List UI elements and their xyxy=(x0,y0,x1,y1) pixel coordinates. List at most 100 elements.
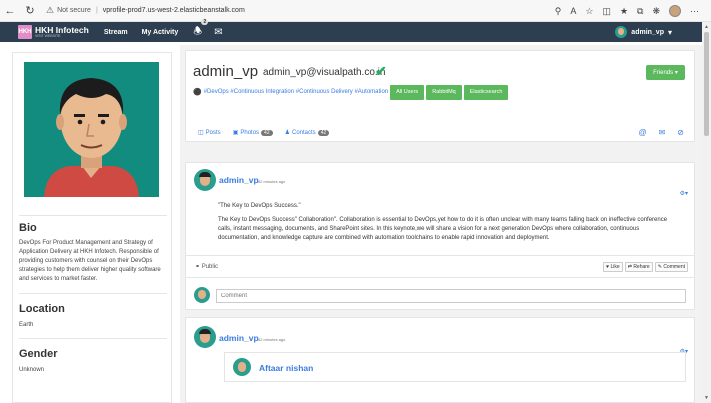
block-icon[interactable]: ⊘ xyxy=(677,128,684,137)
skill-elasticsearch-button[interactable]: Elasticsearch xyxy=(463,84,509,100)
privacy-status: ⚭ Public xyxy=(195,264,219,270)
brand[interactable]: HKH Infotech VISIT WEBSITE xyxy=(35,24,89,39)
gender-value: Unknown xyxy=(19,367,45,373)
split-screen-icon[interactable]: ◫ xyxy=(602,6,611,17)
avatar-hair xyxy=(199,329,211,334)
post-card: admin_vp 42 minutes ago ⚙▾ "The Key to D… xyxy=(185,162,695,310)
post-title: "The Key to DevOps Success." xyxy=(218,203,301,209)
bell-icon: 🕭 xyxy=(193,25,203,37)
post-timestamp: 42 minutes ago xyxy=(258,179,286,184)
hashtags[interactable]: #DevOps #Continuous Integration #Continu… xyxy=(204,89,388,95)
globe-icon: ⚭ xyxy=(195,264,201,270)
page-scrollbar[interactable]: ▲ ▼ xyxy=(702,22,711,403)
caret-down-icon: ▾ xyxy=(674,70,678,76)
avatar-face xyxy=(198,290,206,299)
shared-author-avatar[interactable] xyxy=(233,358,251,376)
reload-icon[interactable]: ↻ xyxy=(20,0,40,22)
like-button[interactable]: ♥ Like xyxy=(603,262,623,272)
user-menu[interactable]: admin_vp ▾ xyxy=(615,22,672,42)
skill-rabbitmq-button[interactable]: RabbitMq xyxy=(426,84,462,100)
gender-title: Gender xyxy=(19,348,58,360)
scroll-down-icon[interactable]: ▼ xyxy=(704,395,709,401)
scrollbar-thumb[interactable] xyxy=(704,32,709,136)
post-timestamp: 42 minutes ago xyxy=(258,337,286,342)
avatar-hair xyxy=(199,172,211,177)
at-icon[interactable]: @ xyxy=(638,128,646,137)
back-icon[interactable]: ← xyxy=(0,0,20,22)
url-text: vprofile-prod7.us-west-2.elasticbeanstal… xyxy=(102,7,245,14)
profile-action-icons: @ ✉ ⊘ xyxy=(638,128,684,137)
profile-username: admin_vp xyxy=(193,63,259,80)
browser-toolbar: ← ↻ ⚠ Not secure | vprofile-prod7.us-wes… xyxy=(0,0,711,22)
favorites-icon[interactable]: ★ xyxy=(620,6,628,17)
comment-input[interactable] xyxy=(216,289,686,303)
profile-email: admin_vp@visualpath.co.in xyxy=(263,67,386,78)
notification-badge: 2 xyxy=(201,18,209,25)
friends-button[interactable]: Friends ▾ xyxy=(646,65,685,80)
address-bar[interactable]: ⚠ Not secure | vprofile-prod7.us-west-2.… xyxy=(46,5,245,16)
sidebar-divider xyxy=(19,215,167,216)
photo-icon: ▣ xyxy=(232,130,239,136)
nav-my-activity[interactable]: My Activity xyxy=(142,29,179,36)
sidebar-divider xyxy=(19,293,167,294)
commenter-avatar xyxy=(194,287,210,303)
collections-icon[interactable]: ⧉ xyxy=(637,6,643,17)
more-icon[interactable]: ⋯ xyxy=(690,6,699,17)
profile-photo xyxy=(24,62,159,197)
friends-button-label: Friends xyxy=(653,69,674,76)
tab-contacts[interactable]: ♟ Contacts 42 xyxy=(285,129,330,136)
user-menu-name: admin_vp xyxy=(631,28,664,36)
read-aloud-icon[interactable]: A xyxy=(570,6,576,16)
profile-header-card: admin_vp admin_vp@visualpath.co.in ✔ Fri… xyxy=(185,50,695,142)
brand-tagline: VISIT WEBSITE xyxy=(35,34,61,38)
post-author-name[interactable]: admin_vp xyxy=(219,333,259,343)
favorite-icon[interactable]: ☆ xyxy=(585,6,593,17)
post-author-avatar[interactable] xyxy=(194,326,216,348)
tab-photos[interactable]: ▣ Photos 42 xyxy=(233,129,273,136)
envelope-icon[interactable]: ✉ xyxy=(659,128,666,137)
comment-button[interactable]: ✎ Comment xyxy=(654,262,688,272)
tags-row: ⚫ #DevOps #Continuous Integration #Conti… xyxy=(193,84,509,100)
post-actions: ♥ Like ⇄ Rehare ✎ Comment xyxy=(603,262,688,272)
messages-icon[interactable]: ✉ xyxy=(214,27,222,38)
post-card: admin_vp 42 minutes ago ⚙▾ Aftaar nishan xyxy=(185,317,695,403)
post-divider xyxy=(186,277,694,278)
sidebar-divider xyxy=(19,338,167,339)
location-title: Location xyxy=(19,303,65,315)
shared-author-name[interactable]: Aftaar nishan xyxy=(259,363,313,373)
bio-title: Bio xyxy=(19,222,37,234)
shared-post: Aftaar nishan xyxy=(224,352,686,382)
browser-profile-avatar[interactable] xyxy=(669,5,681,17)
avatar-face xyxy=(238,362,246,372)
post-author-avatar[interactable] xyxy=(194,169,216,191)
post-body: The Key to DevOps Success" Collaboration… xyxy=(218,217,668,241)
profile-sidebar: Bio DevOps For Product Management and St… xyxy=(12,52,172,403)
reshare-button[interactable]: ⇄ Rehare xyxy=(624,262,653,272)
user-avatar xyxy=(615,26,628,38)
scroll-up-icon[interactable]: ▲ xyxy=(704,24,709,30)
posts-icon: ◫ xyxy=(198,130,204,136)
caret-down-icon: ▾ xyxy=(667,27,672,37)
key-icon[interactable]: ⚲ xyxy=(555,6,562,17)
extensions-icon[interactable]: ❋ xyxy=(652,6,660,17)
bio-text: DevOps For Product Management and Strate… xyxy=(19,240,161,282)
brand-name: HKH Infotech xyxy=(35,24,89,35)
location-value: Earth xyxy=(19,322,34,328)
post-divider xyxy=(186,255,694,256)
tab-posts[interactable]: ◫ Posts xyxy=(198,129,221,137)
nav-stream[interactable]: Stream xyxy=(104,29,128,36)
browser-icons: ⚲ A ☆ ◫ ★ ⧉ ❋ ⋯ xyxy=(555,0,699,22)
main-content: admin_vp admin_vp@visualpath.co.in ✔ Fri… xyxy=(180,45,702,403)
tag-icon: ⚫ xyxy=(193,89,202,96)
avatar-illustration xyxy=(24,62,159,197)
post-author-name[interactable]: admin_vp xyxy=(219,175,259,185)
skill-all-users-button[interactable]: All Users xyxy=(390,84,425,100)
brand-logo[interactable]: HKH xyxy=(18,25,32,39)
verified-check-icon: ✔ xyxy=(375,63,387,79)
photos-count-badge: 42 xyxy=(261,129,273,136)
notifications-button[interactable]: 🕭 2 xyxy=(193,18,209,41)
warning-icon: ⚠ xyxy=(46,5,55,15)
address-separator: | xyxy=(95,7,98,14)
gear-icon[interactable]: ⚙▾ xyxy=(680,190,688,197)
not-secure-label: Not secure xyxy=(57,7,91,14)
